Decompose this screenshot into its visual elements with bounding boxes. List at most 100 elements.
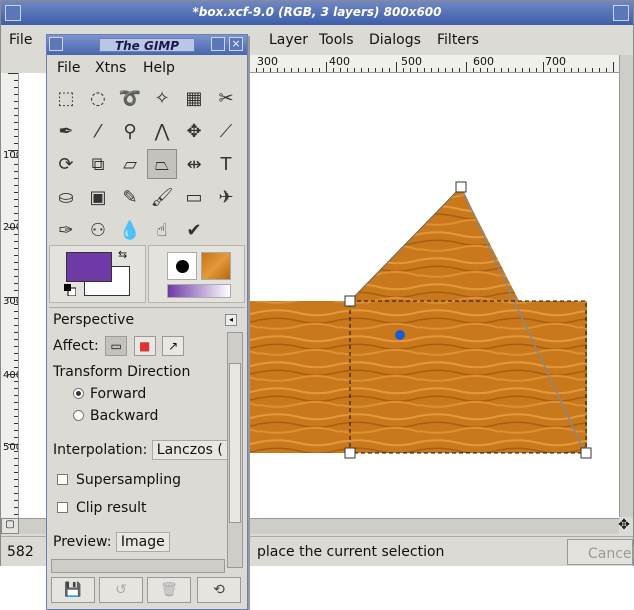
- pencil-icon[interactable]: ✎: [115, 182, 145, 212]
- transform-handle[interactable]: [344, 447, 356, 459]
- ruler-tick: [340, 68, 341, 72]
- scrollbar-thumb[interactable]: [229, 363, 241, 523]
- ruler-tick: [14, 311, 18, 312]
- clip-result-checkbox[interactable]: Clip result: [57, 500, 147, 516]
- scissors-icon[interactable]: ✂: [211, 83, 241, 113]
- ruler-tick: [578, 68, 579, 72]
- clip-check[interactable]: [57, 502, 68, 513]
- measure-icon[interactable]: ⋀: [147, 116, 177, 146]
- restore-options-icon[interactable]: ↺: [99, 577, 143, 603]
- toolbox-menu-file[interactable]: File: [57, 60, 80, 76]
- ruler-label: 400: [3, 370, 18, 381]
- foreground-color-swatch[interactable]: [66, 252, 112, 282]
- fuzzy-select-icon[interactable]: ✧: [147, 83, 177, 113]
- ruler-tick: [501, 68, 502, 72]
- smudge-icon[interactable]: ☝: [147, 215, 177, 245]
- toolbox-menu-xtns[interactable]: Xtns: [95, 60, 126, 76]
- toolbox-menu-icon[interactable]: [49, 37, 63, 51]
- image-window-titlebar[interactable]: *box.xcf-9.0 (RGB, 3 layers) 800x600: [1, 1, 633, 25]
- ruler-tick: [14, 80, 18, 81]
- paths-icon[interactable]: ✒: [51, 116, 81, 146]
- window-close-icon[interactable]: [613, 5, 629, 21]
- toolbox-close-icon[interactable]: ×: [229, 37, 243, 51]
- eraser-icon[interactable]: ▭: [179, 182, 209, 212]
- gradient-indicator[interactable]: [167, 284, 231, 298]
- tool-options-hscrollbar[interactable]: [51, 559, 225, 573]
- dodge-burn-icon[interactable]: ✔: [179, 215, 209, 245]
- ruler-tick: [14, 283, 18, 284]
- save-options-icon[interactable]: 💾: [51, 577, 95, 603]
- brush-indicator[interactable]: [167, 252, 197, 280]
- toolbox-shade-icon[interactable]: [211, 37, 225, 51]
- flip-icon[interactable]: ⇹: [179, 149, 209, 179]
- forward-radio[interactable]: Forward: [73, 386, 146, 402]
- ruler-tick: [417, 68, 418, 72]
- delete-options-icon[interactable]: 🗑: [147, 577, 191, 603]
- ruler-tick: [536, 68, 537, 72]
- reset-options-icon[interactable]: ⟲: [197, 577, 241, 603]
- tool-options-scrollbar[interactable]: [227, 332, 243, 568]
- supersampling-checkbox[interactable]: Supersampling: [57, 472, 181, 488]
- backward-radio-dot[interactable]: [73, 410, 84, 421]
- ruler-label: 100: [3, 150, 18, 161]
- transform-handle[interactable]: [344, 295, 356, 307]
- toolbox-titlebar[interactable]: The GIMP ×: [47, 35, 247, 55]
- interpolation-select[interactable]: Lanczos (: [151, 440, 228, 460]
- navigate-icon[interactable]: ✥: [615, 518, 633, 534]
- window-menu-icon[interactable]: [5, 5, 21, 21]
- affect-selection-icon[interactable]: ■: [133, 336, 156, 356]
- color-picker-icon[interactable]: ⁄: [83, 116, 113, 146]
- airbrush-icon[interactable]: ✈: [211, 182, 241, 212]
- scale-icon[interactable]: ⧉: [83, 149, 113, 179]
- ruler-tick: [14, 213, 18, 214]
- crop-icon[interactable]: ⟋: [211, 116, 241, 146]
- convolve-icon[interactable]: 💧: [115, 215, 145, 245]
- transform-handle[interactable]: [580, 447, 592, 459]
- forward-radio-dot[interactable]: [73, 388, 84, 399]
- ruler-tick: [14, 94, 18, 95]
- affect-layer-icon[interactable]: ▭: [105, 336, 128, 356]
- ellipse-select-icon[interactable]: ◌: [83, 83, 113, 113]
- ink-icon[interactable]: ✑: [51, 215, 81, 245]
- zoom-icon[interactable]: ⚲: [115, 116, 145, 146]
- pattern-indicator[interactable]: [201, 252, 231, 280]
- ruler-tick: [557, 68, 558, 72]
- ruler-tick: [382, 68, 383, 72]
- preview-row: Preview: Image: [53, 532, 170, 552]
- menu-tools[interactable]: Tools: [319, 32, 354, 48]
- transform-center-point[interactable]: [395, 330, 405, 340]
- ruler-tick: [14, 339, 18, 340]
- supersampling-check[interactable]: [57, 474, 68, 485]
- bucket-fill-icon[interactable]: ⛀: [51, 182, 81, 212]
- menu-dialogs[interactable]: Dialogs: [369, 32, 421, 48]
- affect-path-icon[interactable]: ↗: [162, 336, 185, 356]
- shear-icon[interactable]: ▱: [115, 149, 145, 179]
- text-icon[interactable]: T: [211, 149, 241, 179]
- transform-handle[interactable]: [455, 181, 467, 193]
- free-select-icon[interactable]: ➰: [115, 83, 145, 113]
- rotate-icon[interactable]: ⟳: [51, 149, 81, 179]
- menu-layer[interactable]: Layer: [269, 32, 308, 48]
- rect-select-icon[interactable]: ⬚: [51, 83, 81, 113]
- menu-filters[interactable]: Filters: [437, 32, 479, 48]
- tool-options-panel: Perspective ◂ Affect: ▭ ■ ↗ Transform Di…: [49, 307, 245, 569]
- ruler-tick: [14, 430, 18, 431]
- preview-select[interactable]: Image: [115, 532, 170, 552]
- vertical-ruler: 0 100 200 300 400 500: [1, 73, 19, 518]
- perspective-icon[interactable]: ⏢: [147, 149, 177, 179]
- move-icon[interactable]: ✥: [179, 116, 209, 146]
- cancel-button[interactable]: Cancel: [567, 539, 634, 565]
- blend-icon[interactable]: ▣: [83, 182, 113, 212]
- paintbrush-icon[interactable]: 🖌: [147, 182, 177, 212]
- swap-colors-icon[interactable]: ⇆: [118, 248, 127, 261]
- backward-radio[interactable]: Backward: [73, 408, 158, 424]
- toolbox-menu-help[interactable]: Help: [143, 60, 175, 76]
- vertical-scrollbar[interactable]: [619, 55, 633, 517]
- quick-mask-icon[interactable]: ▢: [1, 518, 19, 534]
- clone-icon[interactable]: ⚇: [83, 215, 113, 245]
- menu-file[interactable]: File: [9, 32, 32, 48]
- color-select-icon[interactable]: ▦: [179, 83, 209, 113]
- ruler-tick: [14, 129, 18, 130]
- default-colors-icon[interactable]: [64, 284, 76, 296]
- tab-menu-icon[interactable]: ◂: [225, 314, 237, 326]
